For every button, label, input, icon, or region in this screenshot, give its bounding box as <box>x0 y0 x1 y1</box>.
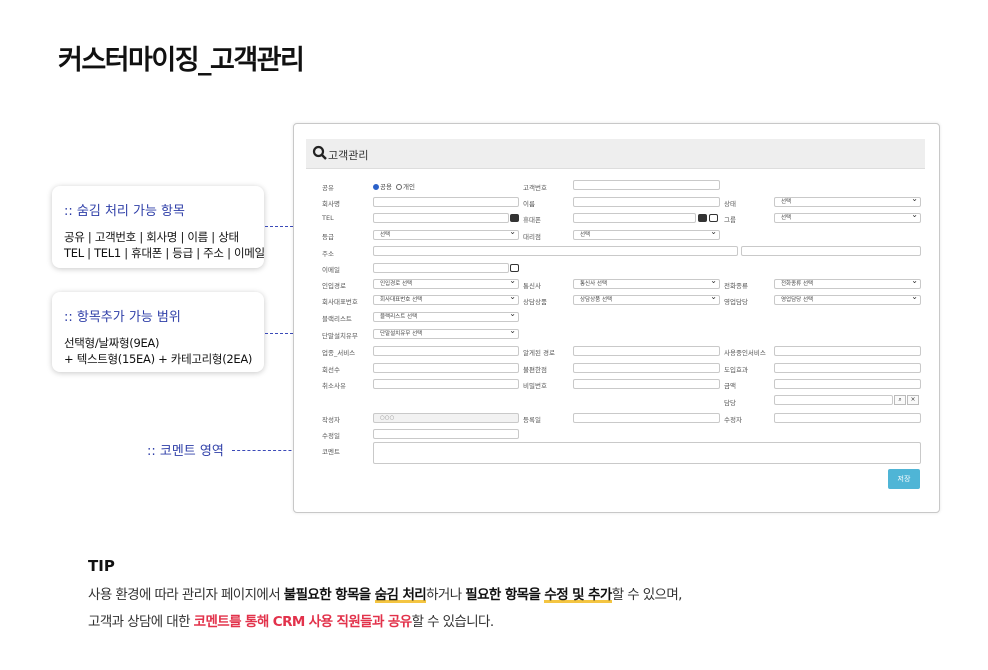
address-input[interactable] <box>373 246 738 256</box>
in-use-service-label: 사용중인서비스 <box>724 349 766 357</box>
message-icon[interactable] <box>709 214 718 222</box>
tip-line-1: 사용 환경에 따라 관리자 페이지에서 불필요한 항목을 숨김 처리하거나 필요… <box>88 587 682 603</box>
edit-date-label: 수정일 <box>322 432 340 440</box>
carrier-select[interactable]: 통신사 선택 <box>573 279 720 289</box>
name-label: 이름 <box>523 200 535 208</box>
carrier-label: 통신사 <box>523 282 541 290</box>
amount-input[interactable] <box>774 379 921 389</box>
comment-label: 코멘트 <box>322 448 340 456</box>
recall-route-input[interactable] <box>573 346 720 356</box>
customer-no-label: 고객번호 <box>523 184 547 192</box>
inflow-label: 인입경로 <box>322 282 346 290</box>
name-input[interactable] <box>573 197 720 207</box>
window-header: 고객관리 <box>306 139 925 169</box>
in-use-service-input[interactable] <box>774 346 921 356</box>
status-select[interactable]: 선택 <box>774 197 921 207</box>
phone-type-select[interactable]: 전화종류 선택 <box>774 279 921 289</box>
line-count-input[interactable] <box>373 363 519 373</box>
terminal-select[interactable]: 단말설치유무 선택 <box>373 329 519 339</box>
status-label: 상태 <box>724 200 736 208</box>
cancel-reason-label: 취소사유 <box>322 382 346 390</box>
callout-line: TEL | TEL1 | 휴대폰 | 등급 | 주소 | 이메일 <box>64 246 265 260</box>
email-label: 이메일 <box>322 266 340 274</box>
search-icon <box>312 145 327 160</box>
sales-manager-select[interactable]: 영업담당 선택 <box>774 295 921 305</box>
close-icon[interactable]: × <box>907 395 919 405</box>
callout-title: :: 숨김 처리 가능 항목 <box>64 204 185 219</box>
writer-label: 작성자 <box>322 416 340 424</box>
tip-line-2: 고객과 상담에 대한 코멘트를 통해 CRM 사용 직원들과 공유할 수 있습니… <box>88 614 494 630</box>
edit-date-input <box>373 429 519 439</box>
intro-effect-label: 도입효과 <box>724 366 748 374</box>
blacklist-select[interactable]: 블랙리스트 선택 <box>373 312 519 322</box>
amount-label: 금액 <box>724 382 736 390</box>
callout-line: 선택형/날짜형(9EA) <box>64 336 160 350</box>
editor-label: 수정자 <box>724 416 742 424</box>
reg-date-label: 등록일 <box>523 416 541 424</box>
password-input[interactable] <box>573 379 720 389</box>
intro-effect-input[interactable] <box>774 363 921 373</box>
added-fields-callout: :: 항목추가 가능 범위 선택형/날짜형(9EA) + 텍스트형(15EA) … <box>52 292 264 372</box>
address-label: 주소 <box>322 250 334 258</box>
company-input[interactable] <box>373 197 519 207</box>
comment-textarea[interactable] <box>373 442 921 464</box>
company-label: 회사명 <box>322 200 340 208</box>
group-label: 그룹 <box>724 216 736 224</box>
mobile-input[interactable] <box>573 213 696 223</box>
group-select[interactable]: 선택 <box>774 213 921 223</box>
tip-heading: TIP <box>88 557 115 575</box>
recall-route-label: 알게된 경로 <box>523 349 555 357</box>
blacklist-label: 블랙리스트 <box>322 315 352 323</box>
password-label: 비밀번호 <box>523 382 547 390</box>
writer-input: ○○○ <box>373 413 519 423</box>
inconvenience-label: 불편한점 <box>523 366 547 374</box>
rep-no-label: 회사대표번호 <box>322 298 358 306</box>
customer-management-window: 고객관리 공유 공용 개인 고객번호 회사명 이름 상태 선택 TEL 휴대폰 … <box>293 123 940 513</box>
hidden-fields-callout: :: 숨김 처리 가능 항목 공유 | 고객번호 | 회사명 | 이름 | 상태… <box>52 186 265 268</box>
line-count-label: 회선수 <box>322 366 340 374</box>
window-title: 고객관리 <box>328 149 369 162</box>
inconvenience-input[interactable] <box>573 363 720 373</box>
grade-label: 등급 <box>322 233 334 241</box>
grade-select[interactable]: 선택 <box>373 230 519 240</box>
comment-callout: :: 코멘트 영역 <box>147 444 224 459</box>
share-private-radio[interactable]: 개인 <box>396 181 415 191</box>
editor-input <box>774 413 921 423</box>
search-icon[interactable]: ⌕ <box>894 395 906 405</box>
reg-date-input <box>573 413 720 423</box>
inflow-select[interactable]: 인입경로 선택 <box>373 279 519 289</box>
address-detail-input[interactable] <box>741 246 921 256</box>
manager-input[interactable] <box>774 395 893 405</box>
callout-line: + 텍스트형(15EA) + 카테고리형(2EA) <box>64 352 253 366</box>
biz-service-label: 업종_서비스 <box>322 349 356 357</box>
phone-type-label: 전화종류 <box>724 282 748 290</box>
phone-icon[interactable] <box>510 214 519 222</box>
share-label: 공유 <box>322 184 334 192</box>
tel-label: TEL <box>322 214 334 222</box>
tel-input[interactable] <box>373 213 509 223</box>
rep-no-select[interactable]: 회사대표번호 선택 <box>373 295 519 305</box>
mobile-label: 휴대폰 <box>523 216 541 224</box>
terminal-label: 단말설치유무 <box>322 332 358 340</box>
email-input[interactable] <box>373 263 509 273</box>
page-title: 커스터마이징_고객관리 <box>58 45 305 76</box>
customer-no-input[interactable] <box>573 180 720 190</box>
manager-label: 담당 <box>724 399 736 407</box>
cancel-reason-input[interactable] <box>373 379 519 389</box>
phone-icon[interactable] <box>698 214 707 222</box>
biz-service-input[interactable] <box>373 346 519 356</box>
agency-select[interactable]: 선택 <box>573 230 720 240</box>
callout-line: 공유 | 고객번호 | 회사명 | 이름 | 상태 <box>64 230 239 244</box>
consult-product-label: 상담상품 <box>523 298 547 306</box>
share-public-radio[interactable]: 공용 <box>373 181 392 191</box>
sales-manager-label: 영업담당 <box>724 298 748 306</box>
mail-icon[interactable] <box>510 264 519 272</box>
callout-title: :: 항목추가 가능 범위 <box>64 310 181 325</box>
consult-product-select[interactable]: 상담상품 선택 <box>573 295 720 305</box>
agency-label: 대리점 <box>523 233 541 241</box>
save-button[interactable]: 저장 <box>888 469 920 489</box>
